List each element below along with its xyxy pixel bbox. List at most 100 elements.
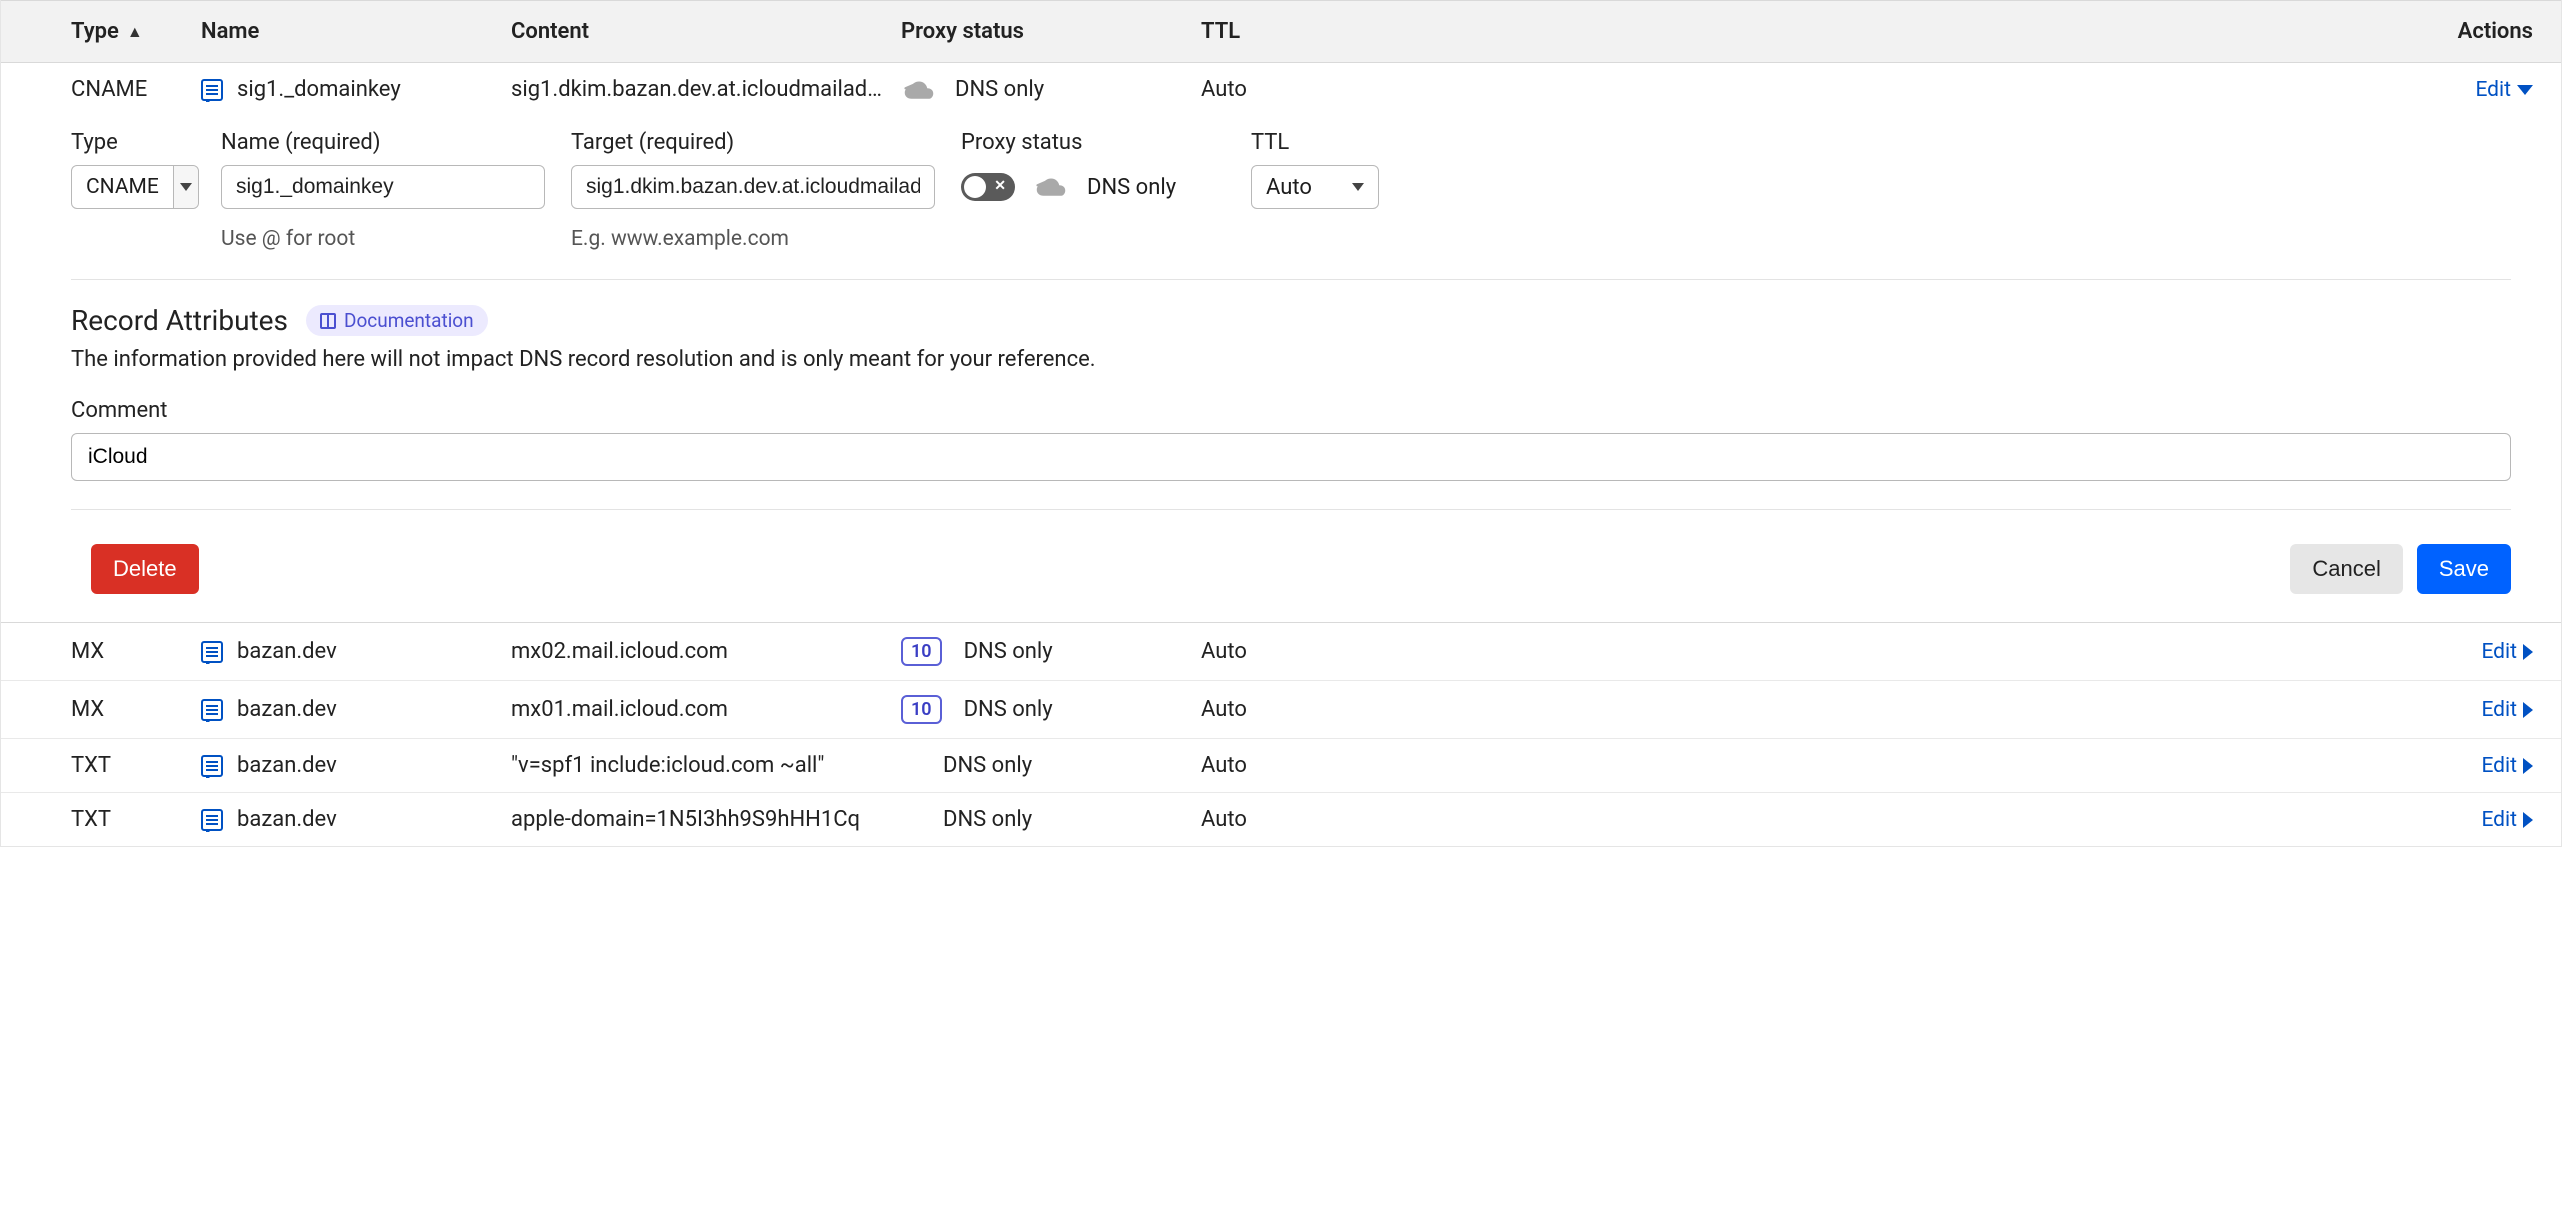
cell-name-text: bazan.dev [237,697,337,722]
cell-name: bazan.dev [201,753,511,778]
edit-link[interactable]: Edit [2481,640,2533,664]
label-type: Type [71,130,221,155]
type-select[interactable]: CNAME [71,165,199,209]
edit-link-text: Edit [2481,698,2517,722]
chevron-down-icon [1352,183,1364,191]
divider [71,509,2511,510]
cell-ttl: Auto [1201,807,1451,832]
chevron-right-icon [2523,644,2533,660]
comment-input[interactable] [71,433,2511,481]
cell-ttl: Auto [1201,753,1451,778]
chevron-right-icon [2523,812,2533,828]
cell-actions: Edit [1451,754,2561,778]
book-icon [320,313,336,329]
table-header-row: Type ▲ Name Content Proxy status TTL Act… [1,0,2561,63]
cell-proxy: 10 DNS only [901,637,1201,666]
label-proxy: Proxy status [961,130,1251,155]
cell-content: mx01.mail.icloud.com [511,697,901,722]
cell-name: bazan.dev [201,697,511,722]
divider [71,279,2511,280]
ttl-select[interactable]: Auto [1251,165,1379,209]
cell-content: mx02.mail.icloud.com [511,639,901,664]
edit-link[interactable]: Edit [2481,698,2533,722]
toggle-off-icon: ✕ [994,178,1006,194]
edit-link-text: Edit [2475,78,2511,102]
cell-content: apple-domain=1N5I3hh9S9hHH1Cq [511,807,901,832]
type-select-toggle[interactable] [173,166,198,208]
table-row: TXT bazan.dev "v=spf1 include:icloud.com… [1,739,2561,793]
col-header-content[interactable]: Content [511,19,901,44]
edit-link[interactable]: Edit [2481,808,2533,832]
comment-icon [201,755,223,777]
documentation-link-text: Documentation [344,309,474,332]
cell-actions: Edit [1451,78,2561,102]
cell-proxy: DNS only [901,753,1201,778]
table-row: TXT bazan.dev apple-domain=1N5I3hh9S9hHH… [1,793,2561,846]
comment-icon [201,809,223,831]
comment-label: Comment [71,398,2511,423]
col-header-name[interactable]: Name [201,19,511,44]
comment-icon [201,79,223,101]
cell-proxy: DNS only [901,807,1201,832]
edit-link[interactable]: Edit [2475,78,2533,102]
cell-proxy-text: DNS only [943,753,1032,778]
cell-proxy: 10 DNS only [901,695,1201,724]
col-header-ttl[interactable]: TTL [1201,19,1491,44]
edit-actions-row: Delete Cancel Save [71,544,2511,594]
cell-name-text: bazan.dev [237,753,337,778]
field-target: Target (required) E.g. www.example.com [571,130,961,251]
cell-proxy-text: DNS only [964,639,1053,664]
record-attributes-header: Record Attributes Documentation [71,304,2511,337]
toggle-knob [964,176,986,198]
name-input[interactable] [221,165,545,209]
cell-type: MX [1,697,201,722]
cancel-button[interactable]: Cancel [2290,544,2402,594]
field-proxy: Proxy status ✕ DNS only [961,130,1251,201]
priority-badge: 10 [901,637,942,666]
priority-badge: 10 [901,695,942,724]
edit-link-text: Edit [2481,754,2517,778]
cell-ttl: Auto [1201,697,1451,722]
chevron-down-icon [180,183,192,191]
col-header-type[interactable]: Type ▲ [1,19,201,44]
comment-field: Comment [71,398,2511,481]
label-target: Target (required) [571,130,935,155]
cell-proxy: DNS only [901,77,1201,102]
save-button[interactable]: Save [2417,544,2511,594]
cell-name-text: bazan.dev [237,807,337,832]
cell-name: bazan.dev [201,639,511,664]
cell-name-text: bazan.dev [237,639,337,664]
col-header-actions: Actions [1491,19,2561,44]
table-row: MX bazan.dev mx01.mail.icloud.com 10 DNS… [1,681,2561,739]
cloud-dns-only-icon [1033,176,1069,198]
cell-type: TXT [1,753,201,778]
cell-name: sig1._domainkey [201,77,511,102]
cell-actions: Edit [1451,698,2561,722]
proxy-toggle[interactable]: ✕ [961,173,1015,201]
documentation-link[interactable]: Documentation [306,305,488,336]
delete-button[interactable]: Delete [91,544,199,594]
cell-proxy-text: DNS only [964,697,1053,722]
ttl-select-value: Auto [1266,175,1312,200]
edit-link[interactable]: Edit [2481,754,2533,778]
cell-ttl: Auto [1201,639,1451,664]
cell-proxy-text: DNS only [955,77,1044,102]
record-attributes-title: Record Attributes [71,304,288,337]
comment-icon [201,699,223,721]
col-header-proxy[interactable]: Proxy status [901,19,1201,44]
table-row: CNAME sig1._domainkey sig1.dkim.bazan.de… [1,63,2561,116]
edit-link-text: Edit [2481,808,2517,832]
cell-actions: Edit [1451,640,2561,664]
chevron-right-icon [2523,758,2533,774]
label-name: Name (required) [221,130,545,155]
dns-records-table: Type ▲ Name Content Proxy status TTL Act… [0,0,2562,847]
edit-link-text: Edit [2481,640,2517,664]
field-type: Type CNAME [71,130,221,209]
cell-content: sig1.dkim.bazan.dev.at.icloudmailadmin..… [511,77,901,102]
table-row: MX bazan.dev mx02.mail.icloud.com 10 DNS… [1,623,2561,681]
record-attributes-desc: The information provided here will not i… [71,347,2511,372]
target-input[interactable] [571,165,935,209]
record-edit-panel: Type CNAME Name (required) Use @ for roo… [1,116,2561,623]
cell-type: CNAME [1,77,201,102]
cell-proxy-text: DNS only [943,807,1032,832]
